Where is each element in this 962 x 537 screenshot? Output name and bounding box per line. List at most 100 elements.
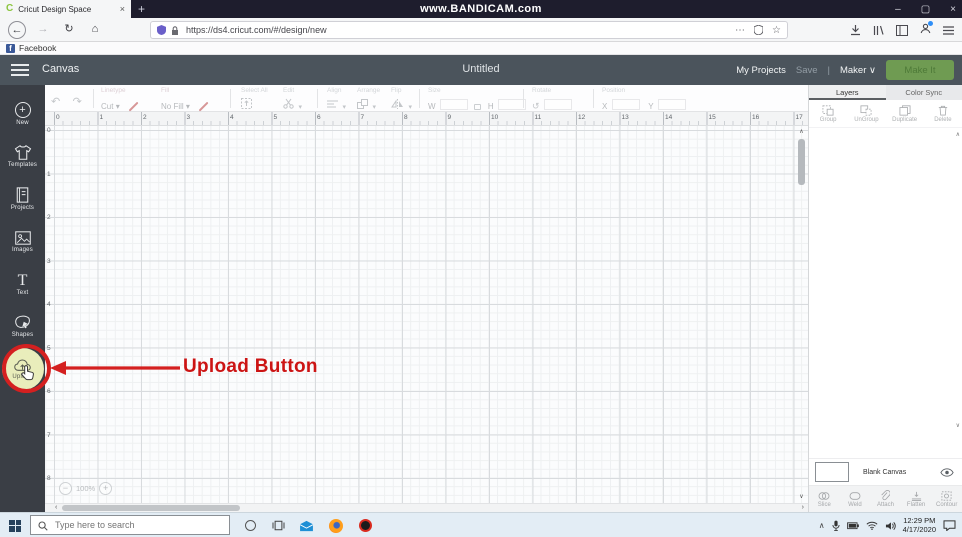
bookmark-star-icon[interactable]: ☆ [772,25,781,36]
panel-scroll-down-icon[interactable]: ∨ [956,422,960,429]
select-all-button[interactable]: Select All [241,87,268,114]
window-minimize-button[interactable]: – [895,4,901,15]
account-icon[interactable] [920,23,931,37]
images-icon [15,231,31,245]
ungroup-button[interactable]: UnGroup [847,100,885,127]
design-canvas[interactable]: 012345678 − 100% + ∧ ∨ [45,126,808,503]
layers-panel: Layers Color Sync Group UnGroup Duplicat… [808,85,962,512]
ruler-number: 10 [491,114,498,121]
my-projects-link[interactable]: My Projects [736,65,786,76]
rotate-input[interactable] [544,99,572,110]
size-lock-icon[interactable] [474,104,481,110]
ruler-number: 15 [709,114,716,121]
sidebar-item-text[interactable]: T Text [0,263,45,306]
ruler-number: 8 [404,114,408,121]
speaker-icon[interactable] [885,521,896,531]
taskbar-clock[interactable]: 12:29 PM 4/17/2020 [903,517,936,534]
height-input[interactable] [498,99,526,110]
downloads-icon[interactable] [850,25,861,36]
save-button[interactable]: Save [796,65,818,76]
panel-scroll-up-icon[interactable]: ∧ [956,131,960,138]
task-view-button[interactable] [266,513,290,537]
sidebar-item-new[interactable]: + New [0,93,45,136]
battery-icon[interactable] [847,521,859,530]
sidebar-item-templates[interactable]: Templates [0,136,45,179]
bookmark-facebook[interactable]: Facebook [19,43,56,53]
page-actions-icon[interactable]: ⋯ [735,25,745,36]
linetype-dropdown[interactable]: Cut ▾ [101,102,120,111]
weld-icon [849,491,861,501]
taskbar-search[interactable] [30,515,230,535]
zoom-in-button[interactable]: + [99,482,112,495]
back-button[interactable]: ← [8,21,26,39]
flip-dropdown[interactable]: Flip ▾ [391,87,412,114]
sidebar-item-images[interactable]: Images [0,221,45,264]
attach-button[interactable]: Attach [870,486,901,512]
position-x-input[interactable] [612,99,640,110]
window-close-button[interactable]: × [950,4,956,15]
horizontal-scroll-thumb[interactable] [62,505,240,511]
bandicam-watermark: www.BANDICAM.com [0,0,962,18]
scroll-left-arrow[interactable]: ‹ [55,504,57,512]
mail-button[interactable] [294,513,318,537]
network-wifi-icon[interactable] [866,521,878,530]
blank-canvas-row[interactable]: Blank Canvas [809,458,962,485]
canvas-vertical-scrollbar[interactable]: ∧ ∨ [796,128,807,500]
fill-dropdown[interactable]: No Fill ▾ [161,102,190,111]
align-dropdown[interactable]: Align ▾ [327,87,346,114]
window-maximize-button[interactable]: ▢ [921,4,930,15]
menu-icon[interactable] [943,26,954,35]
linetype-swatch-icon[interactable] [129,102,139,112]
vertical-scroll-thumb[interactable] [798,139,805,185]
library-icon[interactable] [873,25,884,36]
contour-button[interactable]: Contour [931,486,962,512]
duplicate-button[interactable]: Duplicate [886,100,924,127]
ruler-number: 12 [578,114,585,121]
trash-icon [938,105,948,116]
bandicam-button[interactable] [353,513,377,537]
zoom-out-button[interactable]: − [59,482,72,495]
delete-button[interactable]: Delete [924,100,962,127]
slice-button[interactable]: Slice [809,486,840,512]
protections-icon[interactable] [754,25,763,35]
ruler-number: 0 [56,114,60,121]
flatten-button[interactable]: Flatten [901,486,932,512]
machine-selector[interactable]: Maker ∨ [840,65,876,76]
tab-color-sync[interactable]: Color Sync [886,85,962,100]
scroll-right-arrow[interactable]: › [802,504,804,512]
undo-icon[interactable]: ↶ [51,96,60,108]
tab-layers[interactable]: Layers [809,85,886,100]
forward-button[interactable]: → [34,21,52,39]
sidebar-item-projects[interactable]: Projects [0,178,45,221]
microphone-icon[interactable] [832,520,840,531]
scroll-up-arrow[interactable]: ∧ [796,128,807,135]
canvas-color-swatch[interactable] [815,462,849,482]
url-input[interactable] [184,24,730,36]
tray-chevron-icon[interactable]: ∧ [819,521,825,530]
make-it-button[interactable]: Make It [886,60,954,80]
visibility-eye-icon[interactable] [940,468,954,477]
weld-button[interactable]: Weld [840,486,871,512]
redo-icon[interactable]: ↷ [73,96,82,108]
reload-button[interactable]: ↻ [60,21,78,39]
cortana-button[interactable] [238,513,262,537]
firefox-button[interactable] [324,513,348,537]
sidebar-toggle-icon[interactable] [896,25,908,36]
bookmarks-bar: f Facebook [0,42,962,55]
width-input[interactable] [440,99,468,110]
home-button[interactable]: ⌂ [86,21,104,39]
url-bar[interactable]: ⋯ ☆ [150,21,788,39]
sidebar-item-shapes[interactable]: Shapes [0,306,45,349]
position-y-input[interactable] [658,99,686,110]
arrange-icon [357,99,368,109]
edit-dropdown[interactable]: Edit ▾ [283,87,302,114]
arrange-dropdown[interactable]: Arrange ▾ [357,87,380,114]
action-center-icon[interactable] [943,520,956,531]
fill-swatch-icon[interactable] [199,102,209,112]
scroll-down-arrow[interactable]: ∨ [796,493,807,500]
search-input[interactable] [53,516,225,534]
start-button[interactable] [0,513,30,537]
group-button[interactable]: Group [809,100,847,127]
canvas-horizontal-scrollbar[interactable]: ‹ › [45,503,808,512]
bandicam-icon [359,519,372,532]
